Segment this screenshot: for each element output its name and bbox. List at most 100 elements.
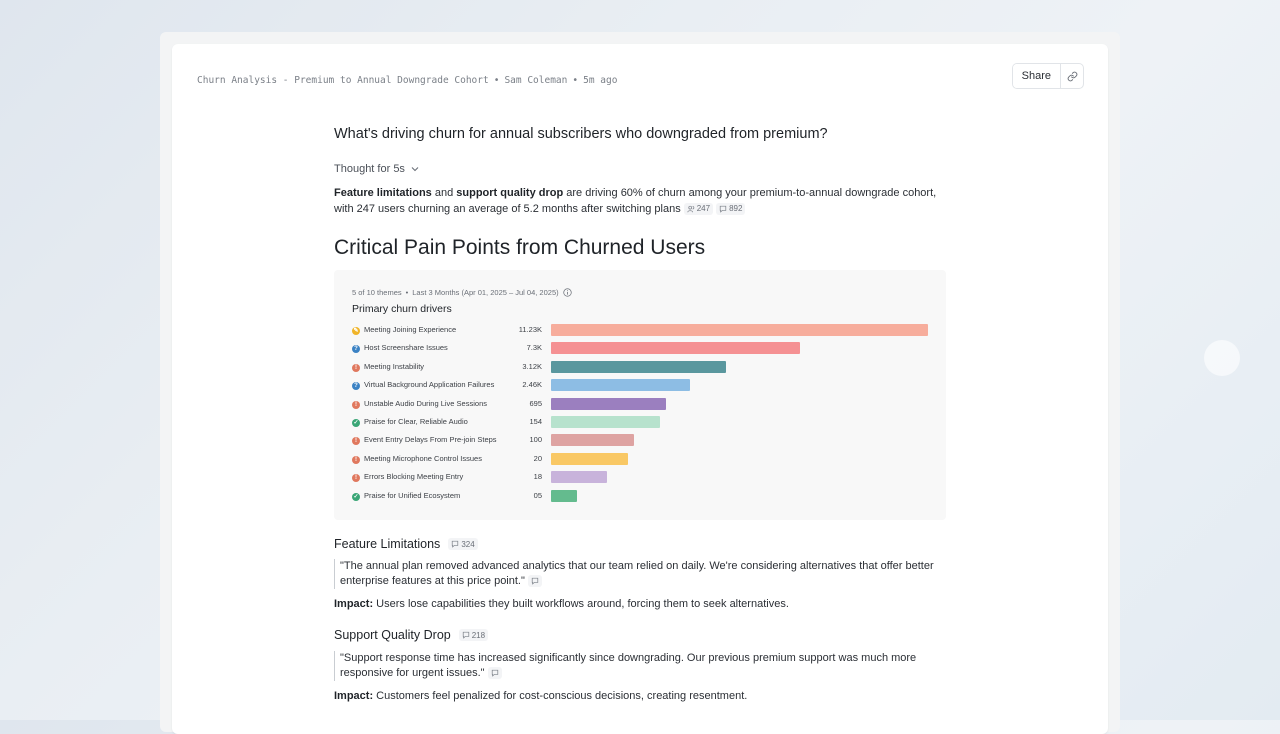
section-title: Critical Pain Points from Churned Users bbox=[334, 236, 706, 259]
chart-bar[interactable] bbox=[551, 379, 690, 392]
chart-row-value: 2.46K bbox=[522, 380, 542, 390]
comment-icon bbox=[452, 540, 459, 548]
breadcrumb-separator: • bbox=[493, 75, 500, 86]
thought-label: Thought for 5s bbox=[334, 163, 405, 175]
breadcrumb-time: 5m ago bbox=[583, 75, 618, 86]
question-status-icon: ? bbox=[352, 345, 360, 354]
negative-status-icon: ! bbox=[352, 400, 360, 409]
summary-bold-2: support quality drop bbox=[456, 187, 564, 199]
chart-bar[interactable] bbox=[551, 360, 726, 373]
chart-row-value: 7.3K bbox=[526, 343, 542, 353]
users-count: 247 bbox=[696, 204, 711, 214]
share-button[interactable]: Share bbox=[1012, 64, 1060, 88]
chart-row-label: Praise for Unified Ecosystem bbox=[364, 490, 461, 500]
question-status-icon: ? bbox=[352, 382, 360, 391]
chart-row-label: Meeting Instability bbox=[364, 361, 425, 371]
summary-paragraph: Feature limitations and support quality … bbox=[334, 185, 946, 217]
quote-comment-button[interactable] bbox=[487, 667, 502, 680]
negative-status-icon: ! bbox=[352, 455, 360, 464]
chart-row[interactable]: ! Errors Blocking Meeting Entry 18 bbox=[352, 471, 932, 485]
chart-row-value: 05 bbox=[533, 490, 542, 500]
chart-row-label: Virtual Background Application Failures bbox=[364, 380, 495, 390]
chart-meta-separator: • bbox=[405, 288, 409, 297]
chart-theme-count: 5 of 10 themes bbox=[352, 288, 402, 297]
thought-toggle[interactable]: Thought for 5s bbox=[334, 163, 420, 175]
comment-icon bbox=[491, 669, 498, 677]
question-heading: What's driving churn for annual subscrib… bbox=[334, 126, 828, 142]
background-decoration bbox=[1204, 340, 1240, 376]
theme-title-support-quality-drop: Support Quality Drop 218 bbox=[334, 628, 489, 642]
chart-row-label: Praise for Clear, Reliable Audio bbox=[364, 417, 468, 426]
theme-comment-count-value: 324 bbox=[461, 539, 475, 549]
negative-status-icon: ! bbox=[352, 363, 360, 372]
chart-row[interactable]: ✓ Praise for Clear, Reliable Audio 154 bbox=[352, 416, 932, 430]
chart-meta: 5 of 10 themes • Last 3 Months (Apr 01, … bbox=[352, 288, 572, 297]
chart-bar[interactable] bbox=[551, 342, 800, 355]
chart-row[interactable]: ! Unstable Audio During Live Sessions 695 bbox=[352, 397, 932, 412]
chart-date-range: Last 3 Months (Apr 01, 2025 – Jul 04, 20… bbox=[412, 288, 559, 297]
churn-chart: 5 of 10 themes • Last 3 Months (Apr 01, … bbox=[334, 270, 946, 520]
quote-comment-button[interactable] bbox=[527, 575, 542, 588]
impact-feature-limitations: Impact: Users lose capabilities they bui… bbox=[334, 598, 789, 610]
chart-bar[interactable] bbox=[551, 452, 628, 465]
share-group: Share bbox=[1011, 63, 1084, 89]
chart-row-label: Meeting Microphone Control Issues bbox=[364, 453, 482, 463]
negative-status-icon: ! bbox=[352, 474, 360, 483]
chart-row[interactable]: ! Meeting Microphone Control Issues 20 bbox=[352, 452, 932, 467]
comments-pill[interactable]: 892 bbox=[716, 203, 746, 216]
breadcrumb-title: Churn Analysis - Premium to Annual Downg… bbox=[197, 75, 489, 86]
users-icon bbox=[687, 205, 694, 213]
chart-row-label: Errors Blocking Meeting Entry bbox=[364, 472, 464, 482]
breadcrumb: Churn Analysis - Premium to Annual Downg… bbox=[197, 75, 617, 86]
quote-feature-limitations: "The annual plan removed advanced analyt… bbox=[334, 559, 948, 589]
theme-title-text: Support Quality Drop bbox=[334, 628, 451, 642]
chart-row-label: Unstable Audio During Live Sessions bbox=[364, 398, 487, 408]
chart-bar[interactable] bbox=[551, 471, 607, 484]
info-icon[interactable] bbox=[562, 288, 572, 297]
chart-title: Primary churn drivers bbox=[352, 303, 452, 315]
chart-bar[interactable] bbox=[551, 397, 666, 410]
chart-row-value: 100 bbox=[529, 435, 542, 445]
summary-text-1: and bbox=[431, 187, 457, 199]
chart-row-value: 20 bbox=[533, 453, 542, 463]
impact-label: Impact: bbox=[334, 598, 374, 610]
breadcrumb-author: Sam Coleman bbox=[504, 75, 568, 86]
warning-status-icon: ✎ bbox=[352, 327, 360, 335]
theme-comment-count[interactable]: 324 bbox=[448, 538, 478, 550]
link-icon bbox=[1067, 71, 1077, 81]
chart-row[interactable]: ? Virtual Background Application Failures… bbox=[352, 379, 932, 393]
negative-status-icon: ! bbox=[352, 437, 360, 446]
chart-row-label: Event Entry Delays From Pre-join Steps bbox=[364, 435, 497, 445]
quote-support-quality-drop: "Support response time has increased sig… bbox=[334, 651, 948, 681]
chart-bar[interactable] bbox=[551, 324, 928, 336]
theme-comment-count[interactable]: 218 bbox=[458, 629, 489, 641]
chart-row[interactable]: ✓ Praise for Unified Ecosystem 05 bbox=[352, 489, 932, 504]
comment-icon bbox=[462, 631, 469, 639]
chart-bar[interactable] bbox=[551, 489, 577, 502]
chart-row-value: 695 bbox=[529, 398, 542, 408]
comment-icon bbox=[531, 577, 539, 585]
chart-row-value: 11.23K bbox=[518, 325, 542, 334]
chart-row-label: Host Screenshare Issues bbox=[364, 343, 448, 353]
chart-row[interactable]: ! Event Entry Delays From Pre-join Steps 1… bbox=[352, 434, 932, 448]
users-pill[interactable]: 247 bbox=[683, 203, 714, 216]
copy-link-button[interactable] bbox=[1060, 64, 1083, 88]
chart-row[interactable]: ✎ Meeting Joining Experience 11.23K bbox=[352, 324, 932, 338]
positive-status-icon: ✓ bbox=[352, 419, 360, 427]
chart-bar[interactable] bbox=[551, 416, 660, 428]
report-card: Churn Analysis - Premium to Annual Downg… bbox=[172, 44, 1108, 734]
impact-support-quality-drop: Impact: Customers feel penalized for cos… bbox=[334, 690, 747, 702]
chart-bar[interactable] bbox=[551, 434, 634, 447]
breadcrumb-separator: • bbox=[572, 75, 579, 86]
theme-title-feature-limitations: Feature Limitations 324 bbox=[334, 537, 478, 551]
impact-text: Customers feel penalized for cost-consci… bbox=[373, 690, 748, 702]
impact-label: Impact: bbox=[334, 690, 374, 702]
chart-row-value: 18 bbox=[533, 472, 542, 482]
impact-text: Users lose capabilities they built workf… bbox=[373, 598, 789, 610]
comment-icon bbox=[719, 205, 727, 213]
chevron-down-icon bbox=[411, 167, 419, 172]
chart-row[interactable]: ? Host Screenshare Issues 7.3K bbox=[352, 342, 932, 356]
chart-row[interactable]: ! Meeting Instability 3.12K bbox=[352, 360, 932, 375]
summary-bold-1: Feature limitations bbox=[334, 187, 432, 199]
comments-count: 892 bbox=[729, 204, 743, 214]
